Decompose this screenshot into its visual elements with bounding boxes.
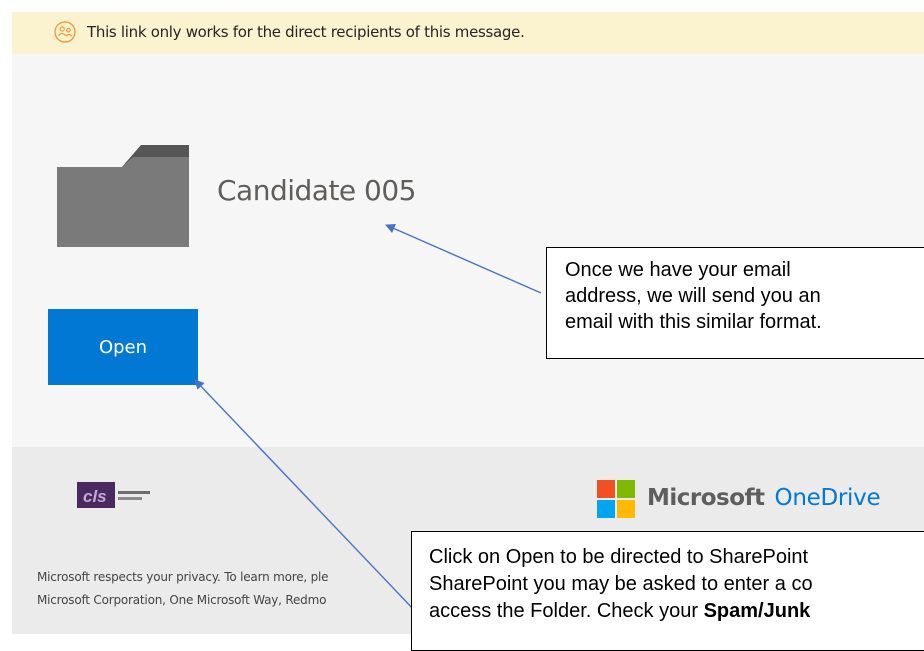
- folder-icon: [57, 145, 189, 247]
- people-link-icon: [54, 21, 76, 43]
- callout-line: SharePoint you may be asked to enter a c…: [429, 573, 813, 595]
- microsoft-onedrive-brand: Microsoft OneDrive: [647, 485, 881, 511]
- callout-line: Click on Open to be directed to SharePoi…: [429, 546, 809, 568]
- address-line: Microsoft Corporation, One Microsoft Way…: [37, 593, 327, 607]
- banner-message: This link only works for the direct reci…: [87, 23, 525, 41]
- callout-line: email with this similar format.: [565, 311, 822, 333]
- brand-microsoft-text: Microsoft: [647, 485, 765, 511]
- microsoft-logo-icon: [597, 480, 635, 518]
- callout-line: address, we will send you an: [565, 285, 821, 307]
- callout-open-instructions: Click on Open to be directed to SharePoi…: [411, 531, 924, 651]
- callout-line: access the Folder. Check your Spam/Junk: [429, 598, 924, 625]
- callout-bold-text: Spam/Junk: [703, 600, 811, 622]
- brand-onedrive-text: OneDrive: [774, 485, 881, 511]
- shared-item-name: Candidate 005: [217, 174, 417, 207]
- callout-text: access the Folder. Check your: [429, 600, 704, 622]
- cls-logo: cls: [77, 482, 150, 508]
- recipients-notice-banner: This link only works for the direct reci…: [12, 12, 924, 54]
- open-button[interactable]: Open: [48, 309, 198, 385]
- callout-email-format: Once we have your email address, we will…: [546, 247, 924, 359]
- callout-line: Once we have your email: [565, 259, 791, 281]
- svg-text:cls: cls: [83, 487, 107, 506]
- privacy-statement: Microsoft respects your privacy. To lear…: [37, 566, 329, 612]
- privacy-line: Microsoft respects your privacy. To lear…: [37, 570, 329, 584]
